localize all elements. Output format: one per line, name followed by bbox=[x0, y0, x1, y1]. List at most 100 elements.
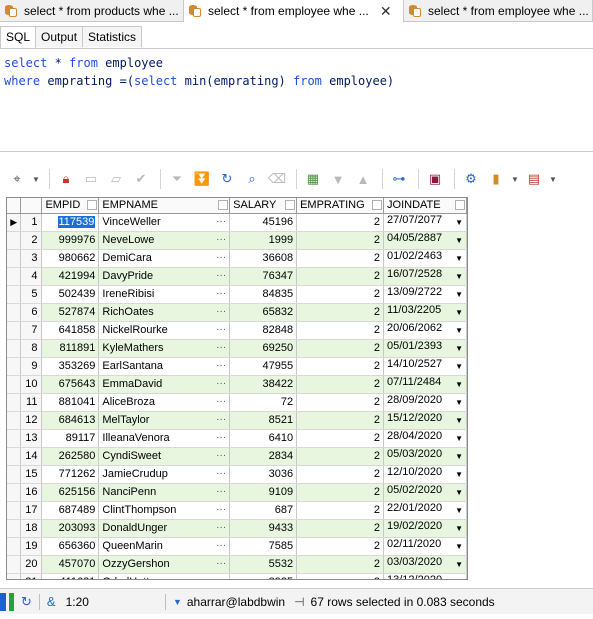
cell-salary[interactable]: 9433 bbox=[229, 519, 298, 538]
query-tab-1[interactable]: select * from products whe ... bbox=[0, 0, 184, 22]
cell-empid[interactable]: 203093 bbox=[41, 519, 100, 538]
ellipsis-icon[interactable]: ··· bbox=[216, 540, 226, 551]
insert-row-icon[interactable]: ▭ bbox=[80, 168, 102, 190]
cell-emprating[interactable]: 2 bbox=[296, 231, 385, 250]
cell-empname[interactable]: DemiCara ··· bbox=[98, 249, 231, 268]
chart-icon[interactable]: ▮ bbox=[485, 168, 507, 190]
cell-joindate[interactable]: 04/05/2887 ▼ bbox=[383, 231, 467, 250]
cell-joindate[interactable]: 20/06/2062 ▼ bbox=[383, 321, 467, 340]
ellipsis-icon[interactable]: ··· bbox=[216, 288, 226, 299]
cell-empname[interactable]: IreneRibisi ··· bbox=[98, 285, 231, 304]
table-row[interactable]: 12 684613 MelTaylor ··· 8521 2 15/12/2020 ▼ bbox=[7, 411, 467, 430]
tab-sql[interactable]: SQL bbox=[0, 26, 37, 48]
cell-joindate[interactable]: 14/10/2527 ▼ bbox=[383, 357, 467, 376]
dropdown-arrow-icon[interactable]: ▼ bbox=[455, 304, 463, 321]
dropdown-arrow-icon[interactable]: ▼ bbox=[455, 340, 463, 357]
cell-empname[interactable]: OdedHutton··· bbox=[98, 573, 231, 579]
cell-joindate[interactable]: 13/12/2020▼ bbox=[383, 573, 467, 580]
cell-emprating[interactable]: 2 bbox=[296, 357, 385, 376]
dropdown-arrow-icon[interactable]: ▼ bbox=[455, 574, 463, 580]
ellipsis-icon[interactable]: ··· bbox=[216, 324, 226, 335]
sql-editor[interactable]: select * from employee where emprating =… bbox=[0, 48, 593, 152]
dropdown-arrow-icon[interactable]: ▼ bbox=[455, 214, 463, 231]
ellipsis-icon[interactable]: ··· bbox=[216, 450, 226, 461]
cell-empid[interactable]: 625156 bbox=[41, 483, 100, 502]
ellipsis-icon[interactable]: ··· bbox=[216, 378, 226, 389]
cell-joindate[interactable]: 12/10/2020 ▼ bbox=[383, 465, 467, 484]
ellipsis-icon[interactable]: ··· bbox=[216, 216, 226, 227]
query-tab-3[interactable]: select * from employee whe ... bbox=[404, 0, 593, 22]
tab-statistics[interactable]: Statistics bbox=[82, 26, 143, 47]
dropdown-arrow-icon[interactable]: ▼ bbox=[455, 538, 463, 555]
dropdown-arrow-icon[interactable]: ▼ bbox=[455, 250, 463, 267]
sort-desc-icon[interactable]: ▼ bbox=[327, 168, 349, 190]
cell-joindate[interactable]: 02/11/2020 ▼ bbox=[383, 537, 467, 556]
column-header-salary[interactable]: SALARY bbox=[229, 198, 298, 214]
cell-empid[interactable]: 675643 bbox=[41, 375, 100, 394]
dropdown-arrow-icon[interactable]: ▼ bbox=[455, 466, 463, 483]
cell-salary[interactable]: 8925 bbox=[229, 573, 298, 579]
cell-salary[interactable]: 69250 bbox=[229, 339, 298, 358]
table-row[interactable]: ▶ 1 117539 VinceWeller ··· 45196 2 27/07/2077 ▼ bbox=[7, 213, 467, 232]
cell-empid[interactable]: 457070 bbox=[41, 555, 100, 574]
cell-joindate[interactable]: 07/11/2484 ▼ bbox=[383, 375, 467, 394]
cell-salary[interactable]: 8521 bbox=[229, 411, 298, 430]
cell-emprating[interactable]: 2 bbox=[296, 249, 385, 268]
cell-salary[interactable]: 45196 bbox=[229, 213, 298, 232]
dropdown-arrow-icon[interactable]: ▼ bbox=[455, 484, 463, 501]
table-row[interactable]: 7 641858 NickelRourke ··· 82848 2 20/06/2062 ▼ bbox=[7, 321, 467, 340]
table-row[interactable]: 20 457070 OzzyGershon ··· 5532 2 03/03/2020 ▼ bbox=[7, 555, 467, 574]
cell-joindate[interactable]: 22/01/2020 ▼ bbox=[383, 501, 467, 520]
ellipsis-icon[interactable]: ··· bbox=[216, 306, 226, 317]
ellipsis-icon[interactable]: ··· bbox=[216, 468, 226, 479]
cell-salary[interactable]: 38422 bbox=[229, 375, 298, 394]
clear-icon[interactable]: ⌫ bbox=[266, 168, 288, 190]
dropdown-arrow-icon[interactable]: ▼ bbox=[455, 286, 463, 303]
cell-empname[interactable]: DonaldUnger ··· bbox=[98, 519, 231, 538]
table-row[interactable]: 17 687489 ClintThompson ··· 687 2 22/01/2020 ▼ bbox=[7, 501, 467, 520]
cell-salary[interactable]: 47955 bbox=[229, 357, 298, 376]
cell-emprating[interactable]: 2 bbox=[296, 321, 385, 340]
cell-emprating[interactable]: 2 bbox=[296, 537, 385, 556]
table-row[interactable]: 8 811891 KyleMathers ··· 69250 2 05/01/2393 ▼ bbox=[7, 339, 467, 358]
filter-icon[interactable]: ⏷ bbox=[166, 168, 188, 190]
cell-emprating[interactable]: 2 bbox=[296, 339, 385, 358]
ellipsis-icon[interactable]: ··· bbox=[216, 252, 226, 263]
cell-salary[interactable]: 76347 bbox=[229, 267, 298, 286]
cell-empname[interactable]: MelTaylor ··· bbox=[98, 411, 231, 430]
refresh-icon[interactable]: ↻ bbox=[216, 168, 238, 190]
tab-output[interactable]: Output bbox=[35, 26, 84, 47]
dropdown-arrow-icon[interactable]: ▼ bbox=[455, 394, 463, 411]
dropdown-arrow-icon[interactable]: ▼ bbox=[455, 412, 463, 429]
table-row[interactable]: 5 502439 IreneRibisi ··· 84835 2 13/09/2722 ▼ bbox=[7, 285, 467, 304]
table-row[interactable]: 3 980662 DemiCara ··· 36608 2 01/02/2463 ▼ bbox=[7, 249, 467, 268]
cell-emprating[interactable]: 2 bbox=[296, 447, 385, 466]
cell-empname[interactable]: OzzyGershon ··· bbox=[98, 555, 231, 574]
table-row[interactable]: 2 999976 NeveLowe ··· 1999 2 04/05/2887 ▼ bbox=[7, 231, 467, 250]
table-row[interactable]: 15 771262 JamieCrudup ··· 3036 2 12/10/2020 ▼ bbox=[7, 465, 467, 484]
table-row[interactable]: 21411621OdedHutton···8925213/12/2020▼ bbox=[7, 573, 467, 580]
cell-emprating[interactable]: 2 bbox=[296, 519, 385, 538]
cell-empname[interactable]: NanciPenn ··· bbox=[98, 483, 231, 502]
cell-salary[interactable]: 7585 bbox=[229, 537, 298, 556]
cell-salary[interactable]: 3036 bbox=[229, 465, 298, 484]
cell-joindate[interactable]: 15/12/2020 ▼ bbox=[383, 411, 467, 430]
cell-empname[interactable]: VinceWeller ··· bbox=[98, 213, 231, 232]
column-header-joindate[interactable]: JOINDATE bbox=[383, 198, 467, 214]
ellipsis-icon[interactable]: ··· bbox=[216, 558, 226, 569]
dropdown-arrow-icon[interactable]: ▼ bbox=[455, 358, 463, 375]
cell-salary[interactable]: 72 bbox=[229, 393, 298, 412]
ellipsis-icon[interactable]: ··· bbox=[216, 342, 226, 353]
dropdown-arrow-icon[interactable]: ▼ bbox=[455, 322, 463, 339]
table-row[interactable]: 4 421994 DavyPride ··· 76347 2 16/07/2528 ▼ bbox=[7, 267, 467, 286]
cell-empname[interactable]: JamieCrudup ··· bbox=[98, 465, 231, 484]
cell-emprating[interactable]: 2 bbox=[296, 555, 385, 574]
cell-emprating[interactable]: 2 bbox=[296, 375, 385, 394]
cell-joindate[interactable]: 13/09/2722 ▼ bbox=[383, 285, 467, 304]
cell-empname[interactable]: ClintThompson ··· bbox=[98, 501, 231, 520]
user-dropdown-icon[interactable]: ▼ bbox=[173, 597, 182, 607]
column-header-empname[interactable]: EMPNAME bbox=[98, 198, 231, 214]
export-icon[interactable]: ▤ bbox=[523, 168, 545, 190]
cell-emprating[interactable]: 2 bbox=[296, 303, 385, 322]
cell-empid[interactable]: 421994 bbox=[41, 267, 100, 286]
